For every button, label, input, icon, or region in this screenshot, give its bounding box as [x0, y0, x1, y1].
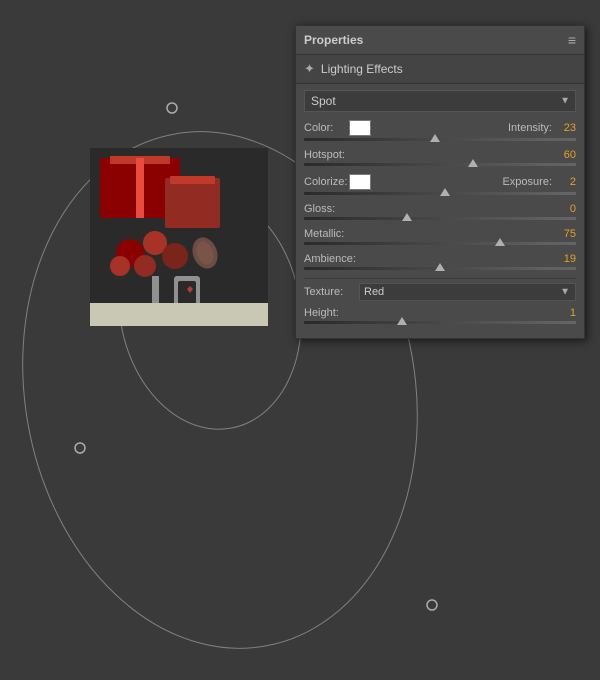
intensity-slider[interactable]: [304, 138, 576, 141]
height-slider[interactable]: [304, 321, 576, 324]
hotspot-thumb[interactable]: [468, 159, 478, 167]
intensity-track: [304, 138, 576, 141]
intensity-thumb[interactable]: [430, 134, 440, 142]
texture-select[interactable]: Red Green Blue None: [359, 283, 576, 301]
gloss-row: Gloss: 0: [304, 203, 576, 215]
ambience-slider[interactable]: [304, 267, 576, 270]
hotspot-value: 60: [564, 149, 576, 161]
hotspot-row: Hotspot: 60: [304, 149, 576, 161]
hotspot-label: Hotspot:: [304, 149, 369, 161]
lighting-effects-header: ✦ Lighting Effects: [296, 55, 584, 84]
intensity-label: Intensity:: [508, 122, 552, 134]
metallic-thumb[interactable]: [495, 238, 505, 246]
metallic-row: Metallic: 75: [304, 228, 576, 240]
gloss-value: 0: [570, 203, 576, 215]
exposure-slider[interactable]: [304, 192, 576, 195]
spot-select[interactable]: Spot Infinite Point: [304, 90, 576, 112]
height-thumb[interactable]: [397, 317, 407, 325]
panel-header: Properties ≡: [296, 26, 584, 55]
section-divider: [304, 278, 576, 279]
gloss-label: Gloss:: [304, 203, 369, 215]
exposure-track: [304, 192, 576, 195]
exposure-thumb[interactable]: [440, 188, 450, 196]
metallic-label: Metallic:: [304, 228, 369, 240]
spot-dropdown-row[interactable]: Spot Infinite Point ▼: [304, 90, 576, 112]
intensity-value: 23: [556, 122, 576, 134]
ambience-track: [304, 267, 576, 270]
properties-panel: Properties ≡ ✦ Lighting Effects Spot Inf…: [295, 25, 585, 339]
height-label: Height:: [304, 307, 369, 319]
colorize-label: Colorize:: [304, 176, 349, 188]
lighting-effects-title: Lighting Effects: [321, 62, 403, 76]
exposure-label: Exposure:: [502, 176, 552, 188]
color-swatch[interactable]: [349, 120, 371, 136]
texture-dropdown-wrapper[interactable]: Red Green Blue None ▼: [359, 283, 576, 301]
panel-title: Properties: [304, 33, 363, 47]
photo-thumbnail: [90, 148, 268, 326]
colorize-swatch[interactable]: [349, 174, 371, 190]
gloss-track: [304, 217, 576, 220]
ambience-value: 19: [564, 253, 576, 265]
texture-label: Texture:: [304, 286, 359, 298]
metallic-value: 75: [564, 228, 576, 240]
height-row: Height: 1: [304, 307, 576, 319]
height-track: [304, 321, 576, 324]
metallic-track: [304, 242, 576, 245]
exposure-value: 2: [556, 176, 576, 188]
hotspot-slider[interactable]: [304, 163, 576, 166]
panel-menu-icon[interactable]: ≡: [568, 32, 576, 48]
gloss-slider[interactable]: [304, 217, 576, 220]
ambience-label: Ambience:: [304, 253, 369, 265]
ambience-thumb[interactable]: [435, 263, 445, 271]
hotspot-track: [304, 163, 576, 166]
gloss-thumb[interactable]: [402, 213, 412, 221]
color-label: Color:: [304, 122, 349, 134]
lightning-icon: ✦: [304, 61, 315, 77]
color-intensity-row: Color: Intensity: 23: [304, 120, 576, 136]
spot-dropdown-wrapper[interactable]: Spot Infinite Point ▼: [304, 90, 576, 112]
height-value: 1: [570, 307, 576, 319]
panel-body: Spot Infinite Point ▼ Color: Intensity: …: [296, 84, 584, 338]
metallic-slider[interactable]: [304, 242, 576, 245]
texture-row: Texture: Red Green Blue None ▼: [304, 283, 576, 301]
